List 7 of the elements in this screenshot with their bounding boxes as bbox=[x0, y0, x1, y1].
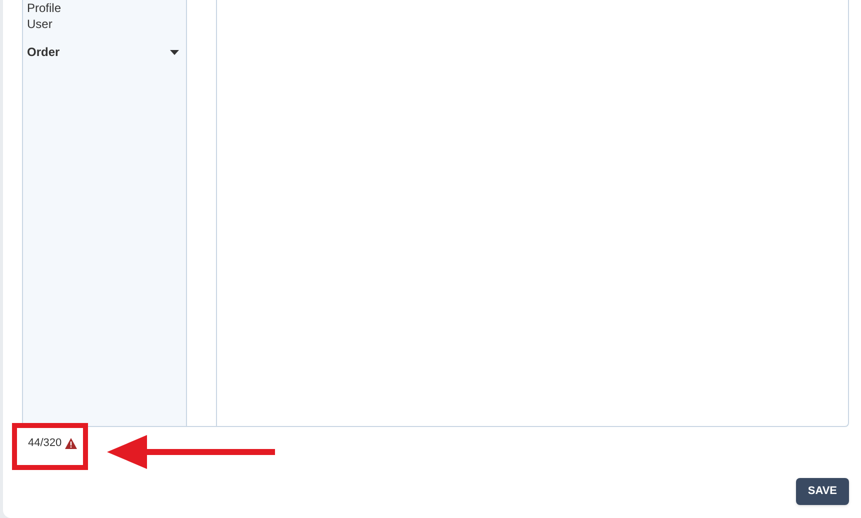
sidebar-item[interactable]: User bbox=[27, 16, 182, 32]
editor-area[interactable] bbox=[217, 0, 849, 427]
caret-icon bbox=[170, 50, 179, 54]
character-counter: 44/320 bbox=[28, 436, 62, 451]
sidebar-group[interactable]: Order bbox=[27, 44, 182, 60]
sidebar-item[interactable]: Profile bbox=[27, 0, 182, 16]
save-button[interactable]: SAVE bbox=[796, 478, 849, 505]
